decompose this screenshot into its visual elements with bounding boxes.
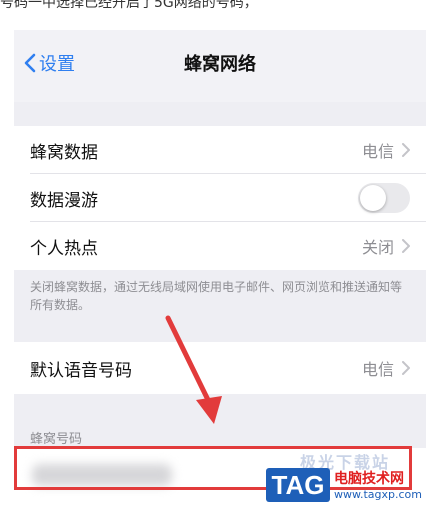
watermark-site-name: 电脑技术网 [334,471,404,487]
watermark-url: www.tagxp.com [334,488,422,501]
watermark-logo: TAG [266,468,330,502]
annotation-arrow-icon [165,315,222,424]
